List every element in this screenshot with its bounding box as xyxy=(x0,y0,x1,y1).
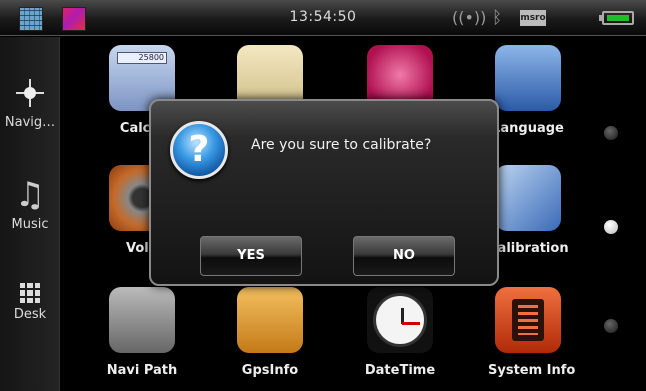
calibrate-confirm-dialog: ? Are you sure to calibrate? YES NO xyxy=(149,99,499,286)
dialog-overlay: ? Are you sure to calibrate? YES NO xyxy=(0,0,646,391)
no-button[interactable]: NO xyxy=(353,236,455,276)
dialog-message: Are you sure to calibrate? xyxy=(251,137,432,153)
question-icon: ? xyxy=(170,121,228,179)
yes-button[interactable]: YES xyxy=(200,236,302,276)
